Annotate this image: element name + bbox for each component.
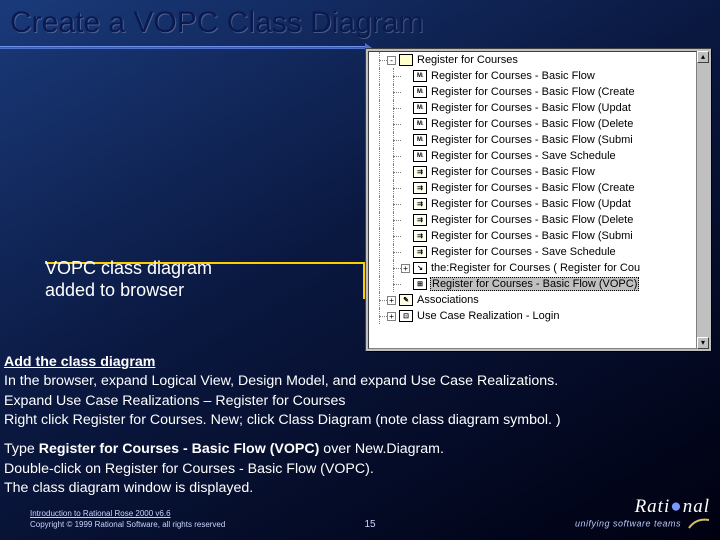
- tree-item[interactable]: M↓Register for Courses - Basic Flow (Del…: [369, 116, 696, 132]
- col-icon: ⇉: [413, 198, 427, 210]
- col-icon: ⇉: [413, 214, 427, 226]
- seq-icon: M↓: [413, 70, 427, 82]
- seq-icon: M↓: [413, 118, 427, 130]
- footer-left: Introduction to Rational Rose 2000 v6.6 …: [30, 509, 225, 530]
- slide-title: Create a VOPC Class Diagram: [10, 6, 423, 40]
- instruction-line: Type Register for Courses - Basic Flow (…: [4, 441, 714, 458]
- tree-item-label: Use Case Realization - Login: [416, 310, 560, 322]
- tree-item[interactable]: ⇉Register for Courses - Basic Flow (Crea…: [369, 180, 696, 196]
- diag-icon: ⊡: [399, 310, 413, 322]
- tree-item-label: Register for Courses - Basic Flow (Updat: [430, 102, 632, 114]
- tree-item-label: the:Register for Courses ( Register for …: [430, 262, 641, 274]
- slide: Create a VOPC Class Diagram VOPC class d…: [0, 0, 720, 540]
- tree-item[interactable]: M↓Register for Courses - Basic Flow: [369, 68, 696, 84]
- tree-item[interactable]: +⊡Use Case Realization - Login: [369, 308, 696, 324]
- col-icon: ⇉: [413, 166, 427, 178]
- col-icon: ⇉: [413, 182, 427, 194]
- tree-item[interactable]: ⇉Register for Courses - Basic Flow (Upda…: [369, 196, 696, 212]
- tree-item[interactable]: ⇉Register for Courses - Basic Flow (Subm…: [369, 228, 696, 244]
- tree-item-label: Register for Courses - Basic Flow (Delet…: [430, 214, 634, 226]
- expand-icon[interactable]: +: [387, 296, 396, 305]
- tree-item-label: Register for Courses - Basic Flow (Updat: [430, 198, 632, 210]
- instruction-line: Expand Use Case Realizations – Register …: [4, 393, 714, 410]
- tree-item-label: Register for Courses - Save Schedule: [430, 150, 617, 162]
- swoosh-icon: [688, 518, 710, 530]
- instructions-header: Add the class diagram: [4, 354, 714, 371]
- col-icon: ⇉: [413, 230, 427, 242]
- instruction-line: In the browser, expand Logical View, Des…: [4, 373, 714, 390]
- tree-item[interactable]: ⇉Register for Courses - Basic Flow (Dele…: [369, 212, 696, 228]
- tree-item[interactable]: +↘the:Register for Courses ( Register fo…: [369, 260, 696, 276]
- instruction-line: Double-click on Register for Courses - B…: [4, 461, 714, 478]
- brand-logo: Rati●nal unifying software teams: [575, 496, 710, 530]
- pkg-icon: [399, 54, 413, 66]
- title-underline: [0, 46, 365, 48]
- callout-line1: VOPC class diagram: [45, 258, 212, 278]
- expand-icon[interactable]: +: [387, 312, 396, 321]
- seq-icon: M↓: [413, 134, 427, 146]
- footer-product: Introduction to Rational Rose 2000 v6.6: [30, 509, 225, 519]
- seq-icon: M↓: [413, 150, 427, 162]
- footer-copyright: Copyright © 1999 Rational Software, all …: [30, 520, 225, 530]
- tree-item-label: Register for Courses - Basic Flow (Creat…: [430, 182, 636, 194]
- callout-label: VOPC class diagram added to browser: [45, 258, 230, 301]
- scroll-up-button[interactable]: ▴: [697, 51, 709, 63]
- browser-tree-panel: -Register for CoursesM↓Register for Cour…: [365, 48, 712, 352]
- tree-item-label: Register for Courses - Basic Flow (VOPC): [430, 277, 639, 291]
- tree-item-label: Register for Courses - Basic Flow (Delet…: [430, 118, 634, 130]
- tree-item-label: Register for Courses - Basic Flow (Submi: [430, 230, 634, 242]
- callout-line2: added to browser: [45, 280, 184, 300]
- tree-item[interactable]: ⇉Register for Courses - Basic Flow: [369, 164, 696, 180]
- tree-item[interactable]: M↓Register for Courses - Save Schedule: [369, 148, 696, 164]
- footer: Introduction to Rational Rose 2000 v6.6 …: [30, 496, 710, 530]
- cls-icon: ⊞: [413, 278, 427, 290]
- tree-item-label: Register for Courses - Basic Flow: [430, 70, 596, 82]
- page-number: 15: [364, 519, 375, 530]
- tree-item-label: Associations: [416, 294, 480, 306]
- tree-item[interactable]: +✎Associations: [369, 292, 696, 308]
- scroll-down-button[interactable]: ▾: [697, 337, 709, 349]
- instructions: Add the class diagram In the browser, ex…: [4, 354, 714, 499]
- link-icon: ↘: [413, 262, 427, 274]
- tree-item-label: Register for Courses - Basic Flow: [430, 166, 596, 178]
- spacer: [4, 431, 714, 439]
- tree-item[interactable]: ⊞Register for Courses - Basic Flow (VOPC…: [369, 276, 696, 292]
- tree-item-label: Register for Courses - Basic Flow (Creat…: [430, 86, 636, 98]
- expand-icon[interactable]: +: [401, 264, 410, 273]
- tree-item[interactable]: M↓Register for Courses - Basic Flow (Sub…: [369, 132, 696, 148]
- instruction-line: Right click Register for Courses. New; c…: [4, 412, 714, 429]
- tree-item[interactable]: M↓Register for Courses - Basic Flow (Cre…: [369, 84, 696, 100]
- seq-icon: M↓: [413, 86, 427, 98]
- tree-item[interactable]: - Register for Courses: [369, 52, 696, 68]
- note-icon: ✎: [399, 294, 413, 306]
- brand-tagline: unifying software teams: [575, 518, 710, 530]
- tree-item-label: Register for Courses - Save Schedule: [430, 246, 617, 258]
- tree-item[interactable]: ⇉Register for Courses - Save Schedule: [369, 244, 696, 260]
- vertical-scrollbar[interactable]: ▴ ▾: [697, 51, 709, 349]
- browser-tree[interactable]: -Register for CoursesM↓Register for Cour…: [368, 51, 697, 349]
- collapse-icon[interactable]: -: [387, 56, 396, 65]
- tree-item-label: Register for Courses: [416, 54, 519, 66]
- brand-name: Rati●nal: [575, 496, 710, 518]
- instruction-line: The class diagram window is displayed.: [4, 480, 714, 497]
- tree-item[interactable]: M↓Register for Courses - Basic Flow (Upd…: [369, 100, 696, 116]
- seq-icon: M↓: [413, 102, 427, 114]
- col-icon: ⇉: [413, 246, 427, 258]
- tree-item-label: Register for Courses - Basic Flow (Submi: [430, 134, 634, 146]
